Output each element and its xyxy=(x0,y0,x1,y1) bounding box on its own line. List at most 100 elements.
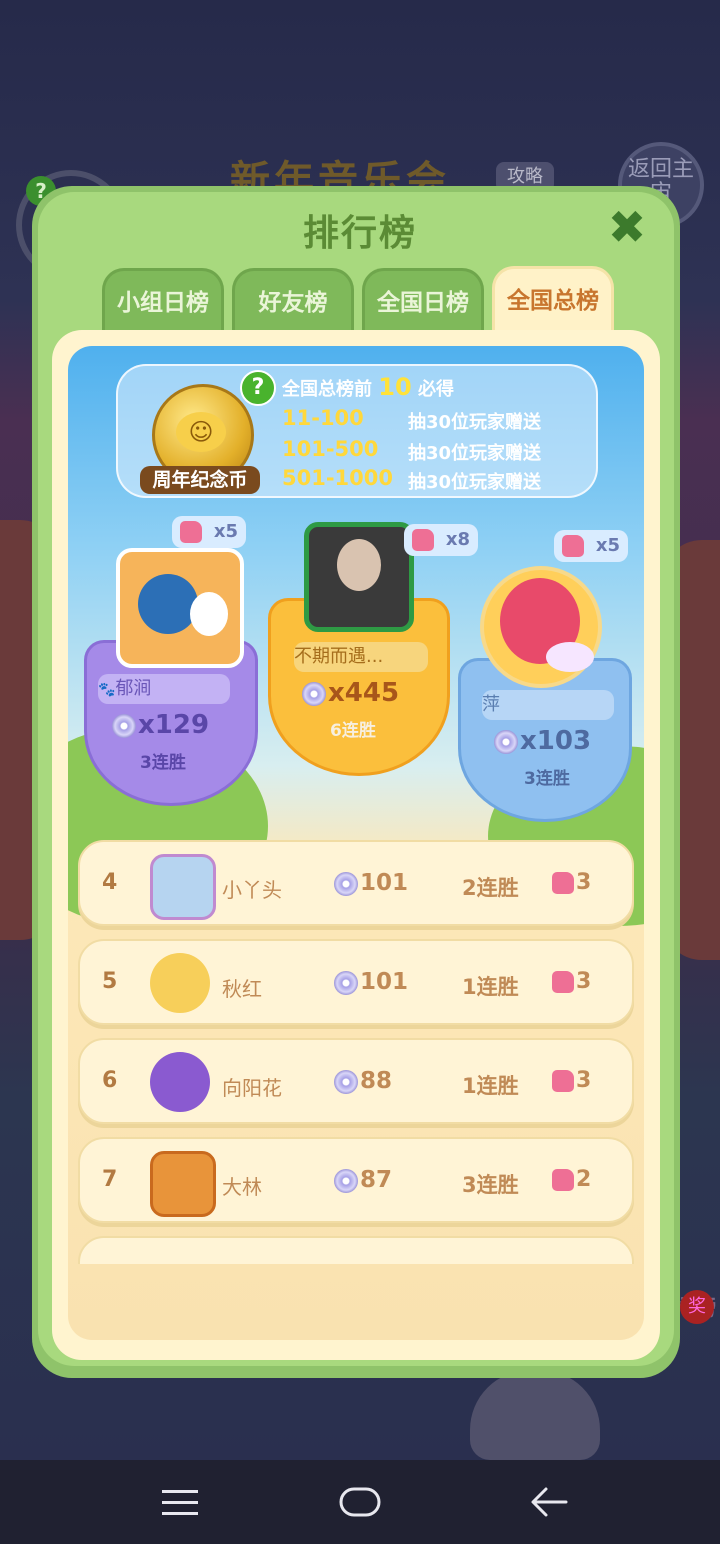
piece-count: x5 xyxy=(595,535,620,556)
piece-count: x5 xyxy=(213,521,238,542)
tab-national-total[interactable]: 全国总榜 xyxy=(492,266,614,338)
player-streak: 3连胜 xyxy=(462,1173,519,1197)
tab-friends[interactable]: 好友榜 xyxy=(232,268,354,332)
podium-name: 不期而遇... xyxy=(294,642,428,672)
podium-name: 郁涧 xyxy=(115,678,152,699)
disc-icon xyxy=(334,1069,358,1094)
coin-label: 周年纪念币 xyxy=(140,466,260,494)
reward-tier: 11-100 抽30位玩家赠送 xyxy=(282,406,592,434)
player-name: 大林 xyxy=(222,1175,262,1199)
player-name: 秋红 xyxy=(222,977,262,1001)
rank-number: 7 xyxy=(102,1167,118,1192)
table-row[interactable]: 6 向阳花 88 1连胜 3 xyxy=(78,1038,634,1124)
puzzle-piece-icon xyxy=(552,872,574,894)
player-score-value: 88 xyxy=(360,1068,393,1094)
penguin-icon xyxy=(138,574,198,634)
podium-score-value: x445 xyxy=(328,678,400,708)
avatar xyxy=(480,566,602,688)
piece-bubble: x5 xyxy=(554,530,628,562)
close-button[interactable]: ✖ xyxy=(604,204,650,250)
reward-tier: 101-500 抽30位玩家赠送 xyxy=(282,437,592,465)
bunny-icon xyxy=(546,642,594,672)
avatar xyxy=(150,1151,216,1217)
podium-streak: 6连胜 xyxy=(330,721,376,741)
rank-number: 6 xyxy=(102,1068,118,1093)
avatar xyxy=(150,854,216,920)
disc-icon xyxy=(112,713,136,738)
paw-icon: 🐾 xyxy=(98,682,116,698)
podium-score: x445 xyxy=(302,678,399,708)
disc-icon xyxy=(334,1168,358,1193)
table-row[interactable]: 7 大林 87 3连胜 2 xyxy=(78,1137,634,1223)
disc-icon xyxy=(334,970,358,995)
reward-help-button[interactable]: ? xyxy=(240,370,276,406)
tab-national-daily[interactable]: 全国日榜 xyxy=(362,268,484,332)
puzzle-piece-icon xyxy=(412,529,434,551)
back-arrow-icon[interactable] xyxy=(520,1476,580,1528)
player-name: 向阳花 xyxy=(222,1076,282,1100)
player-pieces: 2 xyxy=(552,1167,591,1192)
reward-tier-range: 11-100 xyxy=(282,406,364,430)
puzzle-piece-icon xyxy=(552,1169,574,1191)
reward-tier: 501-1000 抽30位玩家赠送 xyxy=(282,466,592,494)
player-streak: 1连胜 xyxy=(462,1074,519,1098)
player-pieces-value: 3 xyxy=(576,969,592,994)
podium-score: x103 xyxy=(494,726,591,756)
tab-group-daily[interactable]: 小组日榜 xyxy=(102,268,224,332)
reward-tier-text: 抽30位玩家赠送 xyxy=(408,472,542,493)
player-score: 88 xyxy=(334,1068,392,1094)
player-score-value: 101 xyxy=(360,870,409,896)
menu-icon[interactable] xyxy=(150,1476,210,1528)
player-score: 101 xyxy=(334,969,408,995)
snowman-icon xyxy=(190,592,228,636)
coin-face-icon: ☺ xyxy=(176,412,226,452)
user-photo-icon xyxy=(337,539,381,591)
podium-name-label: 🐾郁涧 xyxy=(98,674,230,704)
podium-streak: 3连胜 xyxy=(524,769,570,789)
player-score-value: 101 xyxy=(360,969,409,995)
reward-tier-text: 抽30位玩家赠送 xyxy=(408,443,542,464)
puzzle-piece-icon xyxy=(180,521,202,543)
piece-bubble: x5 xyxy=(172,516,246,548)
player-pieces: 3 xyxy=(552,870,591,895)
player-score: 101 xyxy=(334,870,408,896)
player-score-value: 87 xyxy=(360,1167,393,1193)
home-icon[interactable] xyxy=(330,1476,390,1528)
player-pieces-value: 2 xyxy=(576,1167,592,1192)
player-name: 小丫头 xyxy=(222,878,282,902)
podium-score-value: x129 xyxy=(138,710,210,740)
headline-suffix: 必得 xyxy=(417,379,454,400)
reward-tier-range: 101-500 xyxy=(282,437,379,461)
avatar xyxy=(116,548,244,668)
table-row[interactable]: 4 小丫头 101 2连胜 3 xyxy=(78,840,634,926)
player-pieces: 3 xyxy=(552,969,591,994)
podium-streak: 3连胜 xyxy=(140,753,186,773)
avatar xyxy=(150,953,210,1013)
puzzle-piece-icon xyxy=(552,1070,574,1092)
puzzle-piece-icon xyxy=(562,535,584,557)
prize-badge: 奖 xyxy=(680,1290,714,1324)
disc-icon xyxy=(494,729,518,754)
player-pieces-value: 3 xyxy=(576,1068,592,1093)
avatar xyxy=(304,522,414,632)
table-row[interactable]: 5 秋红 101 1连胜 3 xyxy=(78,939,634,1025)
puzzle-piece-icon xyxy=(552,971,574,993)
headline-prefix: 全国总榜前 xyxy=(282,379,372,400)
reward-tier-range: 501-1000 xyxy=(282,466,393,490)
player-pieces: 3 xyxy=(552,1068,591,1093)
disc-icon xyxy=(334,871,358,896)
piece-bubble: x8 xyxy=(404,524,478,556)
system-navigation-bar xyxy=(0,1460,720,1544)
podium-score-value: x103 xyxy=(520,726,592,756)
reward-tier-text: 抽30位玩家赠送 xyxy=(408,412,542,433)
rank-number: 5 xyxy=(102,969,118,994)
disc-icon xyxy=(302,681,326,706)
player-streak: 2连胜 xyxy=(462,876,519,900)
table-row[interactable] xyxy=(78,1236,634,1264)
podium-score: x129 xyxy=(112,710,209,740)
reward-headline: 全国总榜前 10 必得 xyxy=(282,373,454,401)
player-score: 87 xyxy=(334,1167,392,1193)
player-pieces-value: 3 xyxy=(576,870,592,895)
avatar xyxy=(150,1052,210,1112)
table-row-partial xyxy=(78,1236,634,1264)
